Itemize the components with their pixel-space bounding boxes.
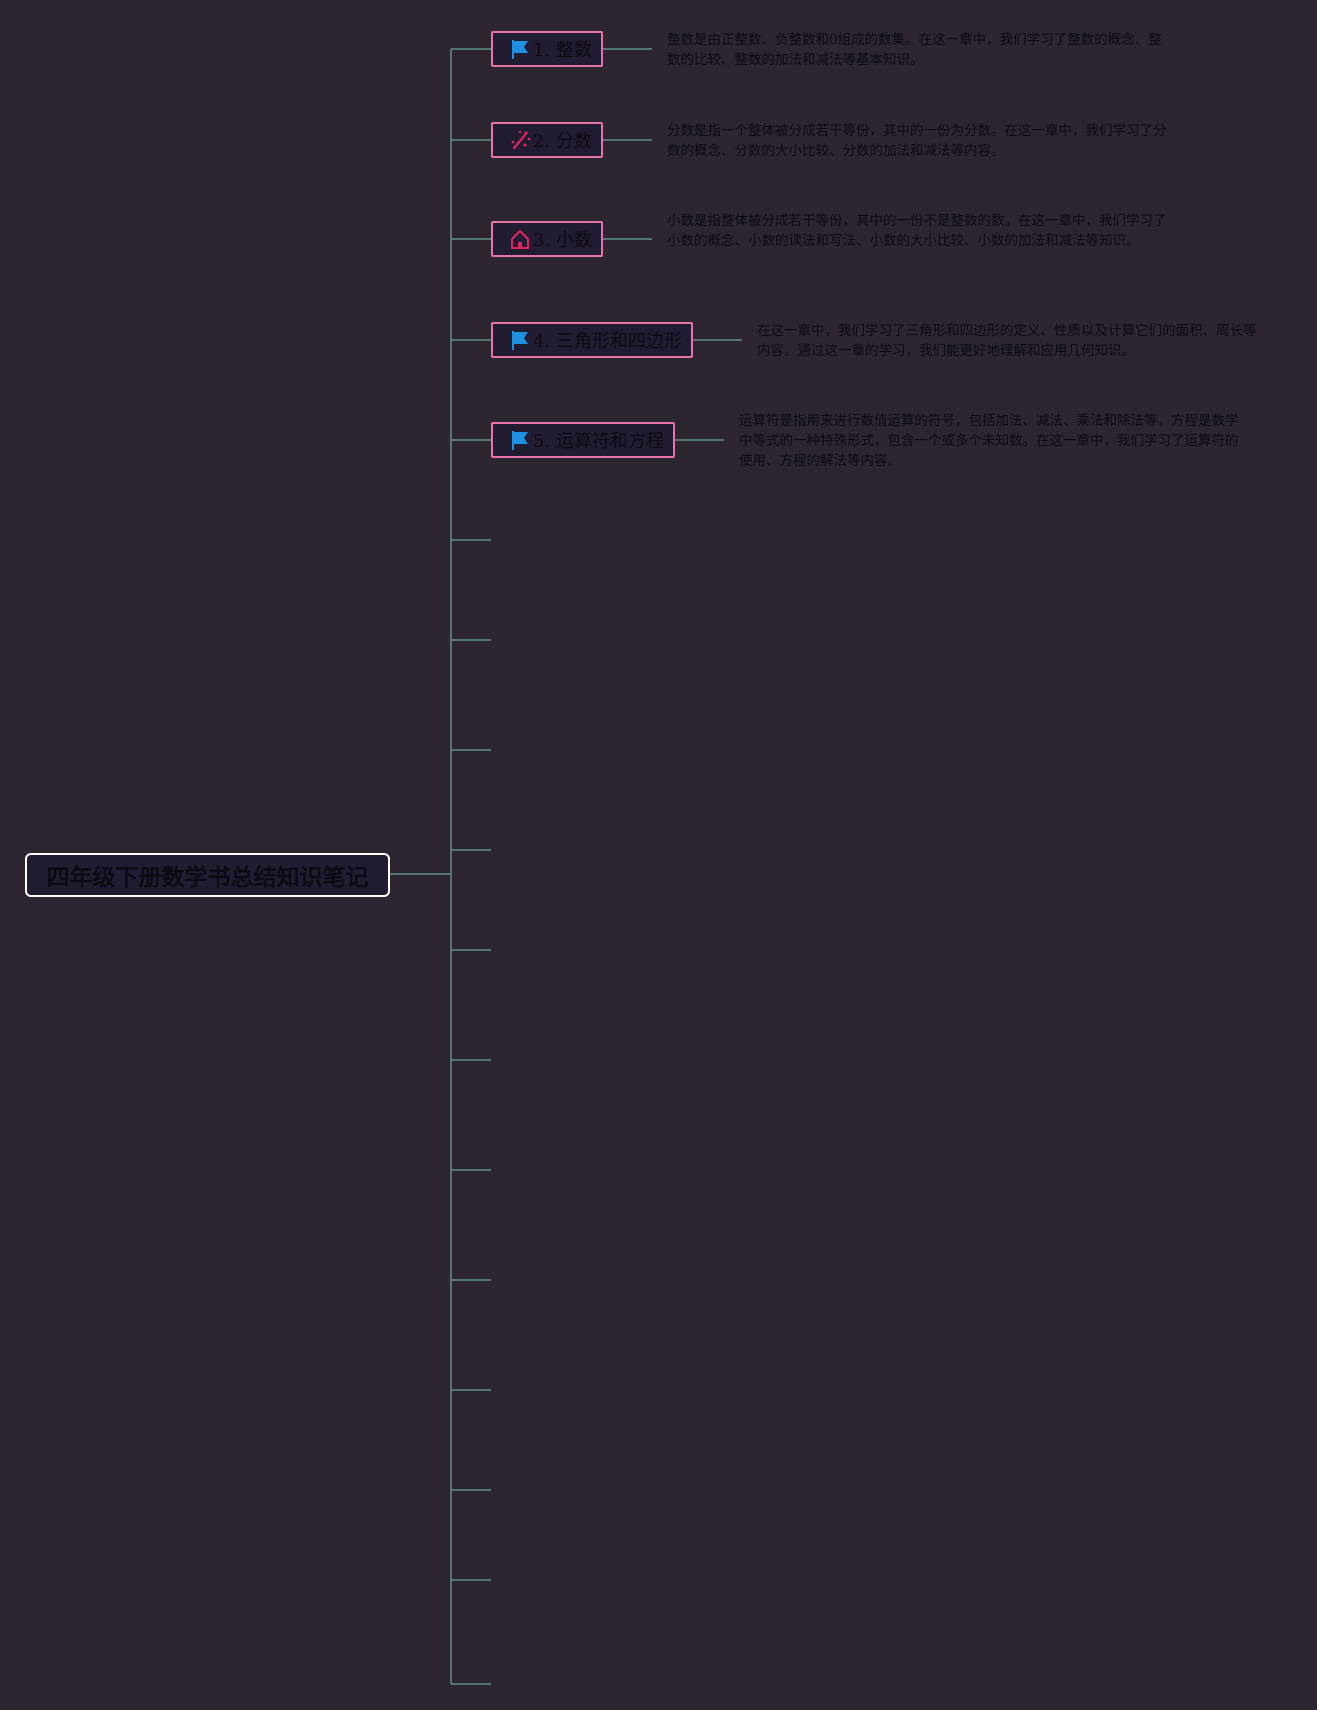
topic-label: 3. 小数 [533,230,592,251]
home-icon [509,228,531,250]
flag-icon [509,329,531,351]
topic-note: 小数是指整体被分成若干等份，其中的一份不是整数的数。在这一章中，我们学习了小数的… [667,213,1167,249]
flag-icon [509,38,531,60]
topic-note: 运算符是指用来进行数值运算的符号，包括加法、减法、乘法和除法等。方程是数学中等式… [739,413,1239,469]
topic-label: 4. 三角形和四边形 [533,331,682,352]
topic-fractions[interactable]: 2. 分数 [491,122,603,158]
topic-note: 整数是由正整数、负整数和0组成的数集。在这一章中，我们学习了整数的概念、整数的比… [667,32,1162,68]
topic-label: 2. 分数 [533,131,592,152]
root-topic-label: 四年级下册数学书总结知识笔记 [46,865,369,891]
flag-icon [509,429,531,451]
root-topic[interactable]: 四年级下册数学书总结知识笔记 [25,853,390,897]
magic-wand-icon [509,129,531,151]
topic-label: 1. 整数 [533,40,592,61]
topic-triangles-quadrilaterals[interactable]: 4. 三角形和四边形 [491,322,693,358]
topic-note: 在这一章中，我们学习了三角形和四边形的定义、性质以及计算它们的面积、周长等内容。… [757,323,1257,359]
topic-label: 5. 运算符和方程 [533,431,664,452]
topic-decimals[interactable]: 3. 小数 [491,221,603,257]
topic-integers[interactable]: 1. 整数 [491,31,603,67]
topic-note: 分数是指一个整体被分成若干等份，其中的一份为分数。在这一章中，我们学习了分数的概… [667,123,1167,159]
topic-operators-equations[interactable]: 5. 运算符和方程 [491,422,675,458]
